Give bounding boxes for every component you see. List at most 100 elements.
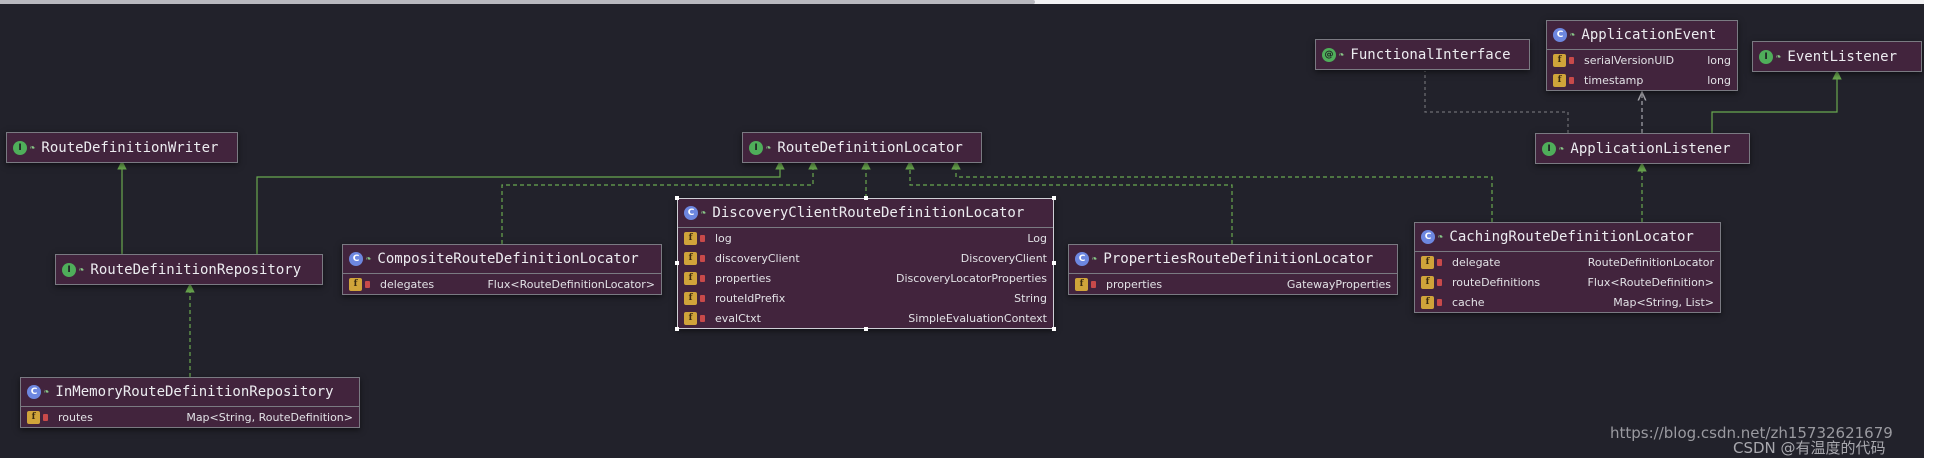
right-margin [1924,0,1936,464]
field-type: Log [1027,231,1047,245]
field-row[interactable]: f properties DiscoveryLocatorProperties [678,268,1053,288]
field-row[interactable]: f evalCtxt SimpleEvaluationContext [678,308,1053,328]
class-icon: C [1421,230,1435,244]
node-header: I ❧ RouteDefinitionWriter [7,133,237,162]
field-row[interactable]: f routeIdPrefix String [678,288,1053,308]
field-row[interactable]: f routes Map<String, RouteDefinition> [21,407,359,427]
interface-icon: I [1759,49,1773,64]
field-type: DiscoveryLocatorProperties [896,271,1047,285]
uml-node-composite-locator[interactable]: C ❧ CompositeRouteDefinitionLocator f delega… [342,244,662,295]
visibility-icon: ❧ [1776,51,1782,62]
field-row[interactable]: f cache Map<String, List> [1415,292,1720,312]
selection-handle[interactable] [1052,261,1056,265]
node-title: ApplicationListener [1570,140,1731,157]
visibility-icon: ❧ [1092,254,1098,264]
field-type: Flux<RouteDefinitionLocator> [487,277,655,291]
node-title: EventListener [1787,48,1897,65]
lock-icon [1437,298,1442,306]
selection-handle[interactable] [675,261,679,265]
field-type: Map<String, List> [1613,295,1714,309]
selection-handle[interactable] [675,196,679,200]
field-name: routeIdPrefix [715,291,786,305]
field-row[interactable]: f log Log [678,228,1053,248]
visibility-icon: ❧ [701,208,707,218]
field-name: log [715,231,732,245]
lock-icon [1091,280,1096,288]
lock-icon [365,280,370,288]
class-icon: C [1553,28,1567,42]
uml-node-functional-interface[interactable]: @ ❧ FunctionalInterface [1315,39,1530,70]
node-header: C ❧ ApplicationEvent [1547,21,1737,50]
field-type: long [1707,73,1731,87]
interface-icon: I [62,262,76,277]
uml-node-application-listener[interactable]: I ❧ ApplicationListener [1535,133,1750,164]
field-type: SimpleEvaluationContext [908,311,1047,325]
uml-node-route-definition-locator[interactable]: I ❧ RouteDefinitionLocator [742,132,982,163]
field-name: discoveryClient [715,251,800,265]
field-name: timestamp [1584,73,1644,87]
lock-icon [1437,258,1442,266]
visibility-icon: ❧ [366,254,372,264]
field-name: routeDefinitions [1452,275,1541,289]
field-type: DiscoveryClient [960,251,1047,265]
selection-handle[interactable] [863,327,868,331]
interface-icon: I [749,140,763,155]
field-type: GatewayProperties [1286,277,1391,291]
uml-node-caching-locator[interactable]: C ❧ CachingRouteDefinitionLocator f delegate… [1414,222,1721,313]
node-title: RouteDefinitionLocator [777,139,963,156]
class-icon: C [684,206,698,220]
field-type: String [1014,291,1047,305]
selection-handle[interactable] [675,327,679,331]
field-row[interactable]: f serialVersionUID long [1547,50,1737,70]
field-row[interactable]: f properties GatewayProperties [1069,274,1397,294]
field-icon: f [684,251,697,265]
lock-icon [700,234,705,242]
field-icon: f [684,311,697,325]
uml-node-event-listener[interactable]: I ❧ EventListener [1752,41,1922,72]
lock-icon [700,294,705,302]
uml-node-discovery-locator[interactable]: C ❧ DiscoveryClientRouteDefinitionLocator f… [677,198,1054,329]
uml-node-application-event[interactable]: C ❧ ApplicationEvent f serialVersionUID long f… [1546,20,1738,91]
field-icon: f [1553,73,1566,87]
lock-icon [1569,76,1574,84]
visibility-icon: ❧ [1559,143,1565,154]
field-icon: f [349,277,362,291]
uml-node-route-definition-writer[interactable]: I ❧ RouteDefinitionWriter [6,132,238,163]
node-header: @ ❧ FunctionalInterface [1316,40,1529,69]
annotation-icon: @ [1322,47,1336,62]
field-icon: f [684,271,697,285]
node-header: C ❧ DiscoveryClientRouteDefinitionLocator [678,199,1053,228]
uml-node-properties-locator[interactable]: C ❧ PropertiesRouteDefinitionLocator f prope… [1068,244,1398,295]
field-name: evalCtxt [715,311,761,325]
visibility-icon: ❧ [1339,49,1345,60]
visibility-icon: ❧ [1438,232,1444,242]
node-title: InMemoryRouteDefinitionRepository [55,384,334,400]
class-icon: C [27,385,41,399]
field-icon: f [1075,277,1088,291]
field-row[interactable]: f delegate RouteDefinitionLocator [1415,252,1720,272]
class-icon: C [1075,252,1089,266]
visibility-icon: ❧ [30,142,36,153]
lock-icon [43,413,48,421]
class-icon: C [349,252,363,266]
uml-node-in-memory-repository[interactable]: C ❧ InMemoryRouteDefinitionRepository f rout… [20,377,360,428]
node-title: ApplicationEvent [1581,27,1717,43]
field-name: properties [715,271,772,285]
node-title: CompositeRouteDefinitionLocator [377,251,639,267]
node-header: I ❧ RouteDefinitionRepository [56,255,322,284]
field-row[interactable]: f delegates Flux<RouteDefinitionLocator> [343,274,661,294]
field-name: cache [1452,295,1485,309]
selection-handle[interactable] [863,196,868,200]
field-row[interactable]: f discoveryClient DiscoveryClient [678,248,1053,268]
field-row[interactable]: f timestamp long [1547,70,1737,90]
visibility-icon: ❧ [766,142,772,153]
field-icon: f [684,291,697,305]
selection-handle[interactable] [1052,196,1056,200]
uml-node-route-definition-repository[interactable]: I ❧ RouteDefinitionRepository [55,254,323,285]
field-row[interactable]: f routeDefinitions Flux<RouteDefinition> [1415,272,1720,292]
node-title: RouteDefinitionRepository [90,261,302,278]
node-title: FunctionalInterface [1350,46,1511,63]
selection-handle[interactable] [1052,327,1056,331]
field-icon: f [1421,275,1434,289]
lock-icon [700,314,705,322]
